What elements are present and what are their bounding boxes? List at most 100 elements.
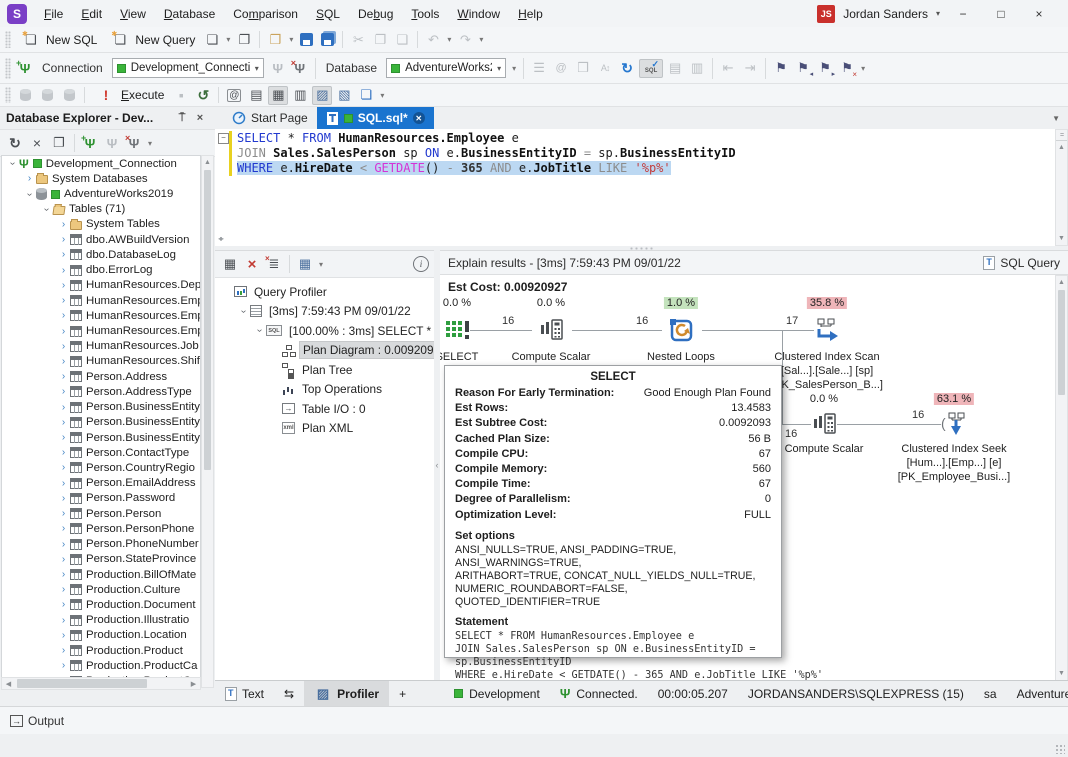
user-avatar[interactable]: JS [817, 5, 835, 23]
comment-button[interactable] [664, 58, 686, 78]
expand-icon[interactable]: › [254, 324, 265, 337]
dropdown-caret-icon[interactable]: ▾ [858, 64, 868, 73]
close-button[interactable]: × [1024, 7, 1054, 21]
expand-icon[interactable]: › [57, 249, 70, 260]
database-combo[interactable]: AdventureWorks20...▾ [386, 58, 506, 78]
explorer-refresh-button[interactable] [4, 133, 26, 153]
open-file-button[interactable] [264, 30, 286, 50]
explorer-item-person-addresstype[interactable]: ›Person.AddressType [2, 384, 200, 399]
profiler-clear-button[interactable] [263, 254, 285, 274]
explorer-item-person-phonenumber[interactable]: ›Person.PhoneNumber [2, 536, 200, 551]
compute-scalar-node-icon[interactable] [811, 411, 837, 437]
expand-icon[interactable]: › [57, 645, 70, 656]
new-window-button[interactable] [233, 30, 255, 50]
dropdown-caret-icon[interactable]: ▾ [223, 35, 233, 44]
expand-icon[interactable]: › [57, 356, 70, 367]
database-tool-button-3[interactable] [58, 85, 80, 105]
dropdown-caret-icon[interactable]: ▾ [316, 260, 326, 269]
collapse-icon[interactable]: › [41, 203, 52, 216]
explorer-item-person-address[interactable]: ›Person.Address [2, 369, 200, 384]
explorer-item-person-contacttype[interactable]: ›Person.ContactType [2, 445, 200, 460]
dropdown-caret-icon[interactable]: ▾ [286, 35, 296, 44]
expand-icon[interactable]: › [57, 599, 70, 610]
explorer-item-person-countryregio[interactable]: ›Person.CountryRegio [2, 460, 200, 475]
expand-icon[interactable]: › [57, 462, 70, 473]
export-button[interactable] [355, 85, 377, 105]
database-tool-button-1[interactable] [14, 85, 36, 105]
expand-icon[interactable]: › [57, 493, 70, 504]
menu-view[interactable]: View [111, 1, 155, 27]
dropdown-caret-icon[interactable]: ▾ [444, 35, 454, 44]
expand-icon[interactable]: › [57, 417, 70, 428]
explorer-item-person-person[interactable]: ›Person.Person [2, 506, 200, 521]
sql-query-badge[interactable]: SQL Query [983, 256, 1060, 270]
expand-icon[interactable]: › [57, 478, 70, 489]
menu-window[interactable]: Window [448, 1, 509, 27]
navigation-button[interactable] [572, 58, 594, 78]
execute-button[interactable]: Execute [89, 85, 170, 105]
explorer-duplicate-button[interactable] [48, 133, 70, 153]
snippet-button[interactable] [550, 58, 572, 78]
toggle-bookmark-button[interactable] [770, 58, 792, 78]
new-query-button[interactable]: New Query [103, 30, 201, 50]
query-plan-button[interactable] [245, 85, 267, 105]
expand-icon[interactable]: › [57, 569, 70, 580]
save-button[interactable] [296, 30, 317, 50]
copy-button[interactable] [369, 30, 391, 50]
explorer-new-connection-button[interactable] [79, 133, 101, 153]
explorer-item-person-emailaddress[interactable]: ›Person.EmailAddress [2, 476, 200, 491]
expand-icon[interactable]: › [57, 386, 70, 397]
expand-icon[interactable]: › [57, 630, 70, 641]
expand-icon[interactable]: › [57, 660, 70, 671]
tab-text-view[interactable]: Text [215, 681, 274, 706]
clustered-index-scan-node-icon[interactable] [814, 317, 840, 343]
spatial-view-button[interactable] [333, 85, 355, 105]
expand-icon[interactable]: › [57, 523, 70, 534]
connect-button[interactable] [267, 58, 289, 78]
select-node-icon[interactable] [444, 317, 470, 343]
explorer-item-person-stateprovince[interactable]: ›Person.StateProvince [2, 552, 200, 567]
menu-tools[interactable]: Tools [402, 1, 448, 27]
explorer-item-humanresources-emp[interactable]: ›HumanResources.Emp [2, 293, 200, 308]
nested-loops-node-icon[interactable] [668, 317, 694, 343]
user-menu-caret-icon[interactable]: ▾ [936, 9, 940, 18]
scroll-down-icon[interactable]: ▼ [1056, 232, 1067, 245]
minimize-button[interactable]: − [948, 7, 978, 21]
swap-views-button[interactable]: ⇆ [274, 681, 304, 706]
collapse-icon[interactable]: › [7, 157, 18, 170]
dropdown-caret-icon[interactable]: ▾ [476, 35, 486, 44]
tab-list-caret-icon[interactable]: ▼ [1052, 114, 1060, 123]
new-document-button[interactable] [201, 30, 223, 50]
expand-icon[interactable]: › [57, 447, 70, 458]
explorer-item-dbo-errorlog[interactable]: ›dbo.ErrorLog [2, 263, 200, 278]
scroll-right-icon[interactable]: ▶ [187, 680, 200, 688]
redo-button[interactable] [454, 30, 476, 50]
profiler-item-plan-xml[interactable]: Plan XML [215, 419, 434, 439]
query-history-button[interactable] [192, 85, 214, 105]
editor-hsplit-grip[interactable]: ◂▸ [218, 234, 222, 243]
code-line[interactable]: JOIN Sales.SalesPerson sp ON e.BusinessE… [237, 146, 736, 161]
explorer-item-humanresources-emp[interactable]: ›HumanResources.Emp [2, 323, 200, 338]
editor-vertical-scrollbar[interactable]: = ▲ ▼ [1055, 129, 1068, 246]
paste-button[interactable] [391, 30, 413, 50]
format-sql-button[interactable] [528, 58, 550, 78]
new-sql-button[interactable]: New SQL [14, 30, 103, 50]
tab-start-page[interactable]: Start Page [223, 107, 317, 129]
database-tool-button-2[interactable] [36, 85, 58, 105]
expand-icon[interactable]: › [57, 432, 70, 443]
profiler-item--100-00-3ms-select-[interactable]: ›[100.00% : 3ms] SELECT * ... [215, 321, 434, 341]
dropdown-caret-icon[interactable]: ▾ [377, 91, 387, 100]
explorer-item-person-businessentity[interactable]: ›Person.BusinessEntity [2, 430, 200, 445]
tab-output[interactable]: → Output [0, 714, 74, 728]
explorer-item-development-connection[interactable]: ›ΨDevelopment_Connection [2, 156, 200, 171]
profiler-report-button[interactable] [219, 254, 241, 274]
menu-debug[interactable]: Debug [349, 1, 402, 27]
profiler-view-button[interactable] [311, 85, 333, 105]
menu-help[interactable]: Help [509, 1, 552, 27]
expand-icon[interactable]: › [57, 326, 70, 337]
expand-icon[interactable]: › [57, 402, 70, 413]
tab-profiler-view[interactable]: Profiler [304, 681, 389, 706]
explorer-connect-button[interactable] [101, 133, 123, 153]
expand-icon[interactable]: › [57, 341, 70, 352]
close-panel-icon[interactable]: × [191, 112, 209, 124]
